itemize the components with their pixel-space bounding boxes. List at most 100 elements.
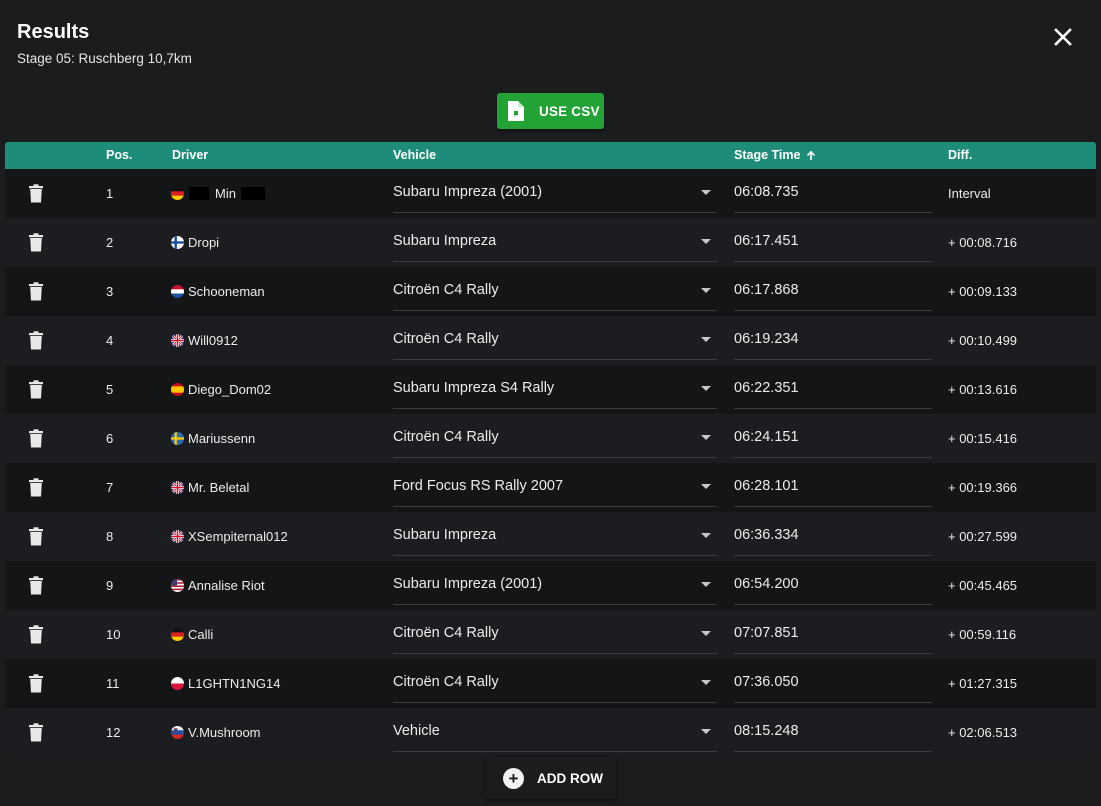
delete-row-button[interactable] — [28, 610, 48, 659]
stage-time-input[interactable]: 06:36.334 — [734, 512, 932, 556]
vehicle-value: Subaru Impreza (2001) — [393, 575, 543, 592]
trash-icon — [28, 380, 44, 399]
column-header-driver[interactable]: Driver — [172, 142, 208, 169]
flag-es-icon — [171, 383, 184, 396]
stage-time-input[interactable]: 06:24.151 — [734, 414, 932, 458]
trash-icon — [28, 723, 44, 742]
delete-row-button[interactable] — [28, 659, 48, 708]
driver-name: Will0912 — [188, 333, 238, 348]
driver-cell: Diego_Dom02 — [171, 365, 271, 414]
chevron-down-icon — [701, 239, 711, 244]
diff-cell: + 00:08.716 — [948, 235, 1018, 250]
chevron-down-icon — [701, 484, 711, 489]
flag-us-icon — [171, 579, 184, 592]
column-header-stage-time[interactable]: Stage Time — [734, 142, 816, 169]
vehicle-select[interactable]: Subaru Impreza (2001) — [393, 169, 717, 213]
driver-cell: Mr. Beletal — [171, 463, 249, 512]
vehicle-select[interactable]: Citroën C4 Rally — [393, 316, 717, 360]
delete-row-button[interactable] — [28, 267, 48, 316]
driver-cell: XSempiternal012 — [171, 512, 288, 561]
close-button[interactable] — [1049, 23, 1077, 51]
delete-row-button[interactable] — [28, 365, 48, 414]
chevron-down-icon — [701, 680, 711, 685]
diff-cell: + 00:09.133 — [948, 284, 1018, 299]
delete-row-button[interactable] — [28, 414, 48, 463]
chevron-down-icon — [701, 337, 711, 342]
stage-time-input[interactable]: 06:17.868 — [734, 267, 932, 311]
use-csv-button[interactable]: USE CSV — [497, 93, 604, 129]
diff-cell: + 00:59.116 — [948, 627, 1017, 642]
driver-cell: Dropi — [171, 218, 219, 267]
delete-row-button[interactable] — [28, 169, 48, 218]
vehicle-select[interactable]: Citroën C4 Rally — [393, 414, 717, 458]
delete-row-button[interactable] — [28, 561, 48, 610]
position-cell: 1 — [106, 186, 114, 201]
delete-row-button[interactable] — [28, 512, 48, 561]
driver-name: Dropi — [188, 235, 220, 250]
arrow-up-icon — [807, 150, 816, 160]
add-row-button[interactable]: + ADD ROW — [486, 757, 616, 799]
delete-row-button[interactable] — [28, 708, 48, 757]
trash-icon — [28, 527, 44, 546]
csv-file-icon — [508, 101, 524, 121]
flag-gb-icon — [171, 530, 184, 543]
vehicle-select[interactable]: Citroën C4 Rally — [393, 267, 717, 311]
stage-time-input[interactable]: 07:07.851 — [734, 610, 932, 654]
add-row-label: ADD ROW — [537, 770, 603, 786]
diff-cell: Interval — [948, 186, 991, 201]
diff-cell: + 02:06.513 — [948, 725, 1018, 740]
vehicle-select[interactable]: Vehicle — [393, 708, 717, 752]
column-header-vehicle[interactable]: Vehicle — [393, 142, 436, 169]
diff-cell: + 00:10.499 — [948, 333, 1018, 348]
driver-cell: Will0912 — [171, 316, 238, 365]
diff-cell: + 00:27.599 — [948, 529, 1018, 544]
delete-row-button[interactable] — [28, 316, 48, 365]
vehicle-value: Citroën C4 Rally — [393, 428, 499, 445]
vehicle-select[interactable]: Citroën C4 Rally — [393, 659, 717, 703]
column-header-diff[interactable]: Diff. — [948, 142, 972, 169]
chevron-down-icon — [701, 386, 711, 391]
stage-time-input[interactable]: 07:36.050 — [734, 659, 932, 703]
vehicle-select[interactable]: Subaru Impreza — [393, 512, 717, 556]
vehicle-select[interactable]: Citroën C4 Rally — [393, 610, 717, 654]
vehicle-value: Subaru Impreza S4 Rally — [393, 379, 555, 396]
column-header-pos[interactable]: Pos. — [106, 142, 132, 169]
delete-row-button[interactable] — [28, 463, 48, 512]
position-cell: 10 — [106, 627, 121, 642]
position-cell: 12 — [106, 725, 121, 740]
dialog-title: Results — [17, 21, 90, 43]
table-row: 2 Dropi Subaru Impreza 06:17.451 + 00:08.716 — [5, 218, 1096, 267]
redacted-block — [189, 187, 209, 200]
vehicle-select[interactable]: Subaru Impreza S4 Rally — [393, 365, 717, 409]
flag-se-icon — [171, 432, 184, 445]
driver-cell: L1GHTN1NG14 — [171, 659, 280, 708]
table-row: 1 Min Subaru Impreza (2001) 06:08.735 Interv… — [5, 169, 1096, 218]
stage-time-input[interactable]: 06:54.200 — [734, 561, 932, 605]
stage-time-input[interactable]: 06:22.351 — [734, 365, 932, 409]
driver-name: Min — [215, 186, 236, 201]
vehicle-select[interactable]: Subaru Impreza (2001) — [393, 561, 717, 605]
stage-time-input[interactable]: 06:28.101 — [734, 463, 932, 507]
vehicle-select[interactable]: Ford Focus RS Rally 2007 — [393, 463, 717, 507]
vehicle-value: Citroën C4 Rally — [393, 673, 499, 690]
stage-time-input[interactable]: 06:17.451 — [734, 218, 932, 262]
table-row: 3 Schooneman Citroën C4 Rally 06:17.868 + 00… — [5, 267, 1096, 316]
vehicle-select[interactable]: Subaru Impreza — [393, 218, 717, 262]
flag-pl-icon — [171, 677, 184, 690]
stage-time-input[interactable]: 06:19.234 — [734, 316, 932, 360]
table-body: 1 Min Subaru Impreza (2001) 06:08.735 Interv… — [5, 169, 1096, 757]
table-row: 6 Mariussenn Citroën C4 Rally 06:24.151 + 00… — [5, 414, 1096, 463]
position-cell: 6 — [106, 431, 114, 446]
vehicle-value: Subaru Impreza — [393, 526, 497, 543]
trash-icon — [28, 282, 44, 301]
vehicle-value: Citroën C4 Rally — [393, 624, 499, 641]
dialog-subtitle: Stage 05: Ruschberg 10,7km — [17, 51, 192, 66]
stage-time-input[interactable]: 06:08.735 — [734, 169, 932, 213]
flag-gb-icon — [171, 334, 184, 347]
stage-time-input[interactable]: 08:15.248 — [734, 708, 932, 752]
flag-nl-icon — [171, 285, 184, 298]
vehicle-value: Vehicle — [393, 722, 440, 739]
table-row: 9 Annalise Riot Subaru Impreza (2001) 06:54… — [5, 561, 1096, 610]
delete-row-button[interactable] — [28, 218, 48, 267]
driver-cell: Mariussenn — [171, 414, 255, 463]
